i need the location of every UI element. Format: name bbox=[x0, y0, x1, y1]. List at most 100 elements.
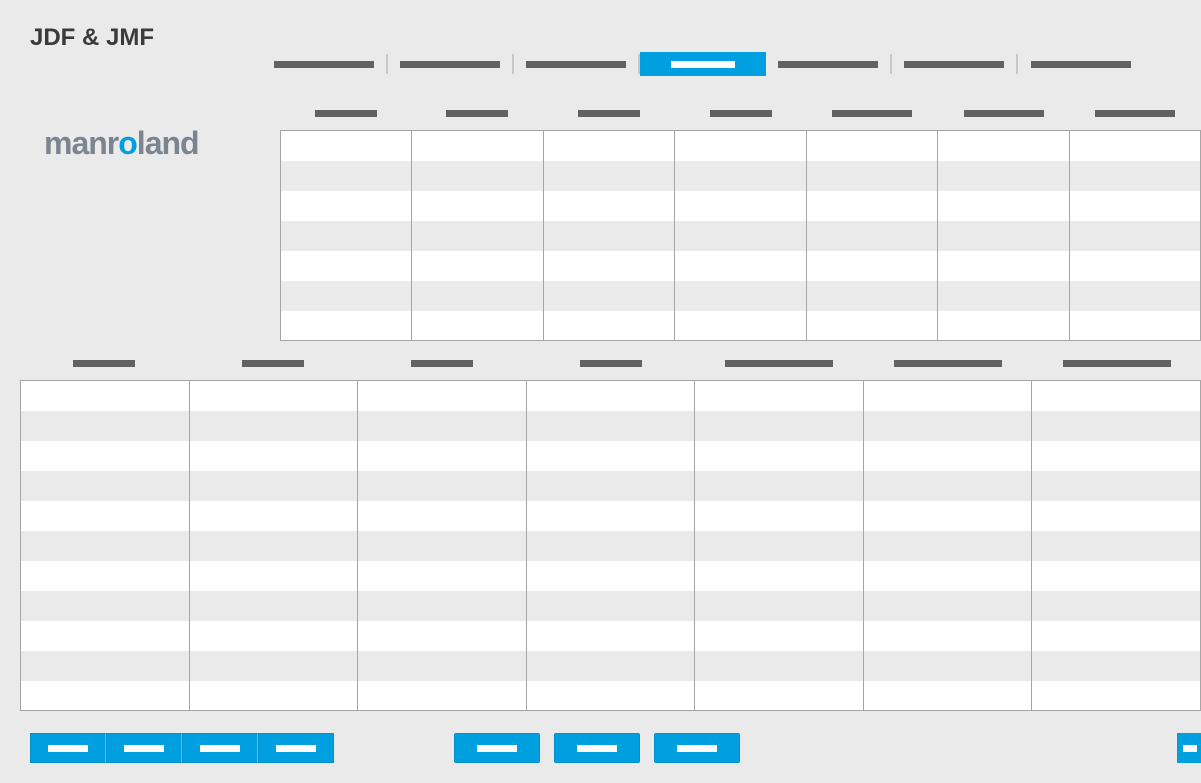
table-cell[interactable] bbox=[358, 561, 526, 591]
column-header[interactable] bbox=[280, 100, 412, 126]
table-cell[interactable] bbox=[864, 531, 1032, 561]
table-cell[interactable] bbox=[358, 471, 526, 501]
table-cell[interactable] bbox=[1032, 441, 1200, 471]
table-cell[interactable] bbox=[21, 591, 189, 621]
table-cell[interactable] bbox=[281, 281, 411, 311]
table-cell[interactable] bbox=[544, 281, 674, 311]
table-cell[interactable] bbox=[938, 221, 1068, 251]
table-cell[interactable] bbox=[527, 621, 695, 651]
table-cell[interactable] bbox=[412, 281, 542, 311]
table-cell[interactable] bbox=[412, 221, 542, 251]
table-cell[interactable] bbox=[864, 651, 1032, 681]
table-cell[interactable] bbox=[1032, 471, 1200, 501]
top-tab-4[interactable] bbox=[766, 54, 892, 74]
table-cell[interactable] bbox=[358, 411, 526, 441]
table-cell[interactable] bbox=[675, 161, 805, 191]
table-cell[interactable] bbox=[1032, 501, 1200, 531]
table-cell[interactable] bbox=[412, 131, 542, 161]
table-cell[interactable] bbox=[1032, 561, 1200, 591]
table-cell[interactable] bbox=[1032, 651, 1200, 681]
table-cell[interactable] bbox=[358, 651, 526, 681]
column-header[interactable] bbox=[938, 100, 1070, 126]
table-cell[interactable] bbox=[281, 311, 411, 341]
table-cell[interactable] bbox=[807, 221, 937, 251]
table-cell[interactable] bbox=[527, 411, 695, 441]
table-cell[interactable] bbox=[190, 381, 358, 411]
table-cell[interactable] bbox=[358, 501, 526, 531]
column-header[interactable] bbox=[543, 100, 675, 126]
table-cell[interactable] bbox=[190, 621, 358, 651]
column-header[interactable] bbox=[20, 350, 189, 376]
table-cell[interactable] bbox=[21, 531, 189, 561]
top-tab-1[interactable] bbox=[388, 54, 514, 74]
table-cell[interactable] bbox=[1032, 591, 1200, 621]
table-cell[interactable] bbox=[938, 131, 1068, 161]
table-cell[interactable] bbox=[281, 161, 411, 191]
table-cell[interactable] bbox=[21, 561, 189, 591]
table-cell[interactable] bbox=[281, 131, 411, 161]
table-cell[interactable] bbox=[695, 381, 863, 411]
table-cell[interactable] bbox=[1070, 191, 1200, 221]
table-cell[interactable] bbox=[864, 591, 1032, 621]
table-cell[interactable] bbox=[864, 471, 1032, 501]
table-cell[interactable] bbox=[281, 191, 411, 221]
column-header[interactable] bbox=[1032, 350, 1201, 376]
table-cell[interactable] bbox=[807, 281, 937, 311]
table-cell[interactable] bbox=[190, 501, 358, 531]
table-cell[interactable] bbox=[695, 681, 863, 711]
table-cell[interactable] bbox=[21, 381, 189, 411]
table-cell[interactable] bbox=[807, 131, 937, 161]
column-header[interactable] bbox=[695, 350, 864, 376]
table-cell[interactable] bbox=[807, 251, 937, 281]
table-cell[interactable] bbox=[1032, 621, 1200, 651]
table-cell[interactable] bbox=[695, 501, 863, 531]
table-cell[interactable] bbox=[544, 311, 674, 341]
table-cell[interactable] bbox=[412, 251, 542, 281]
table-cell[interactable] bbox=[675, 281, 805, 311]
table-cell[interactable] bbox=[695, 621, 863, 651]
table-cell[interactable] bbox=[190, 441, 358, 471]
table-cell[interactable] bbox=[864, 411, 1032, 441]
table-cell[interactable] bbox=[358, 681, 526, 711]
table-cell[interactable] bbox=[1032, 411, 1200, 441]
table-cell[interactable] bbox=[807, 191, 937, 221]
table-cell[interactable] bbox=[695, 471, 863, 501]
toolbar-button-mid-0[interactable] bbox=[454, 733, 540, 763]
table-cell[interactable] bbox=[675, 221, 805, 251]
table-cell[interactable] bbox=[190, 651, 358, 681]
table-cell[interactable] bbox=[695, 651, 863, 681]
table-cell[interactable] bbox=[675, 191, 805, 221]
table-cell[interactable] bbox=[807, 161, 937, 191]
table-cell[interactable] bbox=[527, 381, 695, 411]
table-cell[interactable] bbox=[21, 441, 189, 471]
top-tab-6[interactable] bbox=[1018, 54, 1144, 74]
table-cell[interactable] bbox=[544, 191, 674, 221]
table-cell[interactable] bbox=[938, 251, 1068, 281]
table-cell[interactable] bbox=[1070, 131, 1200, 161]
table-cell[interactable] bbox=[281, 251, 411, 281]
table-cell[interactable] bbox=[938, 191, 1068, 221]
table-cell[interactable] bbox=[358, 591, 526, 621]
column-header[interactable] bbox=[806, 100, 938, 126]
table-cell[interactable] bbox=[1070, 161, 1200, 191]
table-cell[interactable] bbox=[544, 131, 674, 161]
table-cell[interactable] bbox=[695, 441, 863, 471]
table-cell[interactable] bbox=[938, 311, 1068, 341]
table-cell[interactable] bbox=[1070, 281, 1200, 311]
table-cell[interactable] bbox=[527, 681, 695, 711]
column-header[interactable] bbox=[864, 350, 1033, 376]
table-cell[interactable] bbox=[864, 381, 1032, 411]
table-cell[interactable] bbox=[21, 681, 189, 711]
button-right-edge[interactable] bbox=[1177, 733, 1201, 763]
table-cell[interactable] bbox=[864, 561, 1032, 591]
table-cell[interactable] bbox=[938, 161, 1068, 191]
table-cell[interactable] bbox=[358, 441, 526, 471]
table-cell[interactable] bbox=[358, 381, 526, 411]
table-cell[interactable] bbox=[527, 441, 695, 471]
column-header[interactable] bbox=[1069, 100, 1201, 126]
table-cell[interactable] bbox=[190, 411, 358, 441]
top-tab-2[interactable] bbox=[514, 54, 640, 74]
table-cell[interactable] bbox=[358, 531, 526, 561]
table-cell[interactable] bbox=[21, 501, 189, 531]
table-cell[interactable] bbox=[412, 191, 542, 221]
